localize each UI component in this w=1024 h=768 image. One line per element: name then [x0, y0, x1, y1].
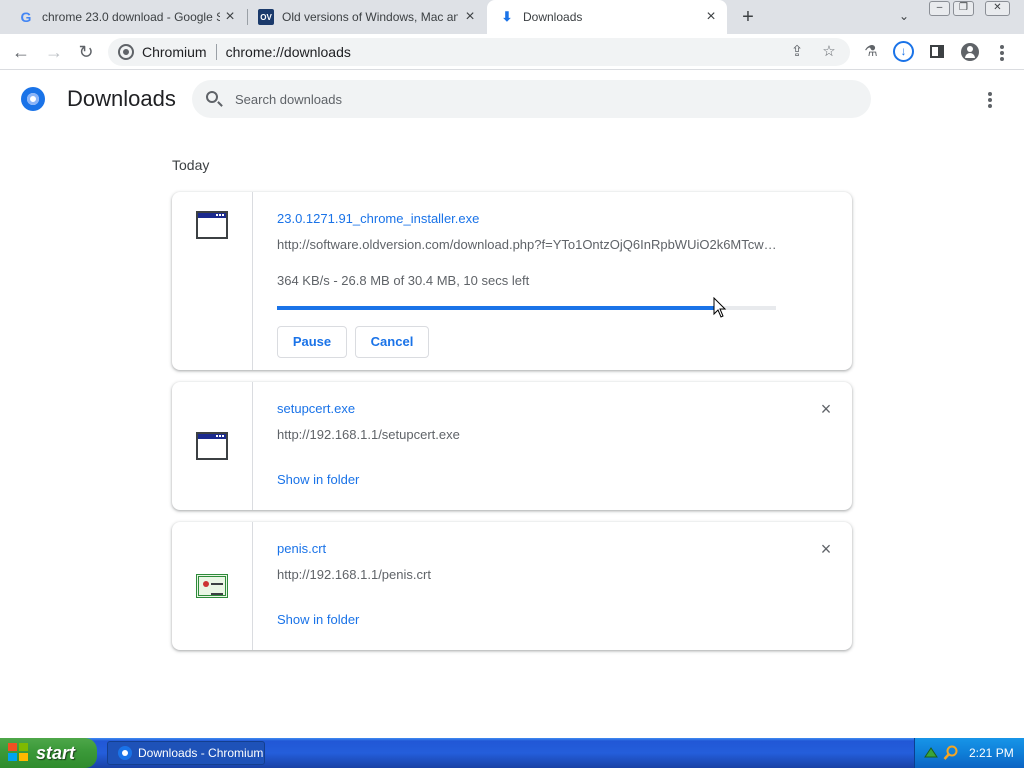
back-arrow-icon[interactable]: ←	[11, 42, 31, 62]
remove-download-icon[interactable]: ×	[818, 400, 834, 418]
downloads-header: Downloads	[0, 70, 1024, 126]
tab-title: chrome 23.0 download - Google Se	[42, 10, 220, 24]
card-icon-column	[172, 192, 253, 370]
file-source-url[interactable]: http://192.168.1.1/setupcert.exe	[277, 427, 777, 442]
card-icon-column	[172, 522, 253, 650]
close-tab-icon[interactable]: ×	[462, 9, 478, 25]
tab-oldversion[interactable]: OV Old versions of Windows, Mac and L ×	[248, 0, 486, 34]
browser-menu-icon[interactable]	[1000, 45, 1004, 63]
profile-avatar-icon[interactable]	[961, 43, 979, 61]
remove-download-icon[interactable]: ×	[818, 540, 834, 558]
tab-search-icon[interactable]: ⌄	[896, 9, 912, 25]
page-title: Downloads	[67, 86, 176, 111]
url-text[interactable]: chrome://downloads	[226, 44, 351, 60]
search-box[interactable]	[192, 80, 871, 118]
close-window-button[interactable]: ✕	[985, 1, 1010, 16]
address-bar[interactable]: Chromium chrome://downloads ⇪ ☆	[108, 38, 850, 66]
download-status-text: 364 KB/s - 26.8 MB of 30.4 MB, 10 secs l…	[277, 273, 530, 288]
downloads-menu-icon[interactable]	[988, 92, 992, 110]
mouse-cursor-icon	[713, 297, 727, 318]
chromium-icon	[118, 746, 132, 760]
card-icon-column	[172, 382, 253, 510]
side-panel-icon[interactable]	[930, 45, 944, 58]
certificate-icon	[196, 574, 228, 598]
network-icon[interactable]	[923, 745, 939, 761]
extensions-flask-icon[interactable]: ⚗	[861, 42, 881, 62]
start-label: start	[36, 742, 76, 763]
bookmark-star-icon[interactable]: ☆	[820, 43, 838, 61]
tab-title: Old versions of Windows, Mac and L	[282, 10, 458, 24]
download-icon: ⬇	[501, 9, 513, 24]
file-name-link[interactable]: penis.crt	[277, 541, 326, 556]
exe-file-icon	[196, 432, 228, 460]
download-card: penis.crt http://192.168.1.1/penis.crt S…	[172, 522, 852, 650]
reload-icon[interactable]: ↻	[76, 42, 96, 62]
tab-downloads[interactable]: ⬇ Downloads ×	[487, 0, 727, 34]
download-card: 23.0.1271.91_chrome_installer.exe http:/…	[172, 192, 852, 370]
minimize-button[interactable]: –	[929, 1, 950, 16]
download-card: setupcert.exe http://192.168.1.1/setupce…	[172, 382, 852, 510]
download-status-icon[interactable]: ↓	[893, 41, 914, 62]
windows-taskbar: start Downloads - Chromium 2:21 PM	[0, 738, 1024, 768]
tab-title: Downloads	[523, 10, 583, 24]
download-progress-bar	[277, 306, 776, 310]
cancel-button[interactable]: Cancel	[355, 326, 429, 358]
site-name: Chromium	[142, 44, 207, 60]
file-name-link[interactable]: setupcert.exe	[277, 401, 355, 416]
pause-button[interactable]: Pause	[277, 326, 347, 358]
file-name-link[interactable]: 23.0.1271.91_chrome_installer.exe	[277, 211, 479, 226]
start-button[interactable]: start	[0, 738, 97, 768]
close-tab-icon[interactable]: ×	[222, 9, 238, 25]
search-icon	[206, 91, 218, 103]
search-input[interactable]	[235, 89, 835, 109]
close-tab-icon[interactable]: ×	[703, 9, 719, 25]
download-progress-fill	[277, 306, 717, 310]
taskbar-clock[interactable]: 2:21 PM	[969, 746, 1014, 760]
show-in-folder-link[interactable]: Show in folder	[277, 612, 359, 627]
taskbar-item-label: Downloads - Chromium	[138, 746, 264, 760]
share-icon[interactable]: ⇪	[788, 43, 806, 61]
system-tray: 2:21 PM	[914, 738, 1024, 768]
search-magnifier-icon[interactable]	[943, 745, 959, 761]
new-tab-button[interactable]: +	[737, 6, 759, 28]
forward-arrow-icon[interactable]: →	[44, 42, 64, 62]
oldversion-icon: OV	[258, 9, 274, 25]
section-date-heading: Today	[172, 157, 210, 173]
file-source-url[interactable]: http://software.oldversion.com/download.…	[277, 237, 777, 252]
windows-flag-icon	[8, 743, 30, 763]
browser-toolbar: ← → ↻ Chromium chrome://downloads ⇪ ☆ ⚗	[0, 34, 1024, 70]
chromium-site-icon	[118, 44, 134, 60]
exe-file-icon	[196, 211, 228, 239]
chromium-logo-icon	[21, 87, 45, 111]
restore-button[interactable]: ❐	[953, 1, 974, 16]
address-divider	[215, 44, 217, 60]
taskbar-item-chromium[interactable]: Downloads - Chromium	[107, 741, 265, 765]
show-in-folder-link[interactable]: Show in folder	[277, 472, 359, 487]
file-source-url[interactable]: http://192.168.1.1/penis.crt	[277, 567, 777, 582]
tab-google-search[interactable]: G chrome 23.0 download - Google Se ×	[0, 0, 246, 34]
tab-strip: G chrome 23.0 download - Google Se × OV …	[0, 0, 1024, 34]
google-icon: G	[20, 9, 32, 25]
